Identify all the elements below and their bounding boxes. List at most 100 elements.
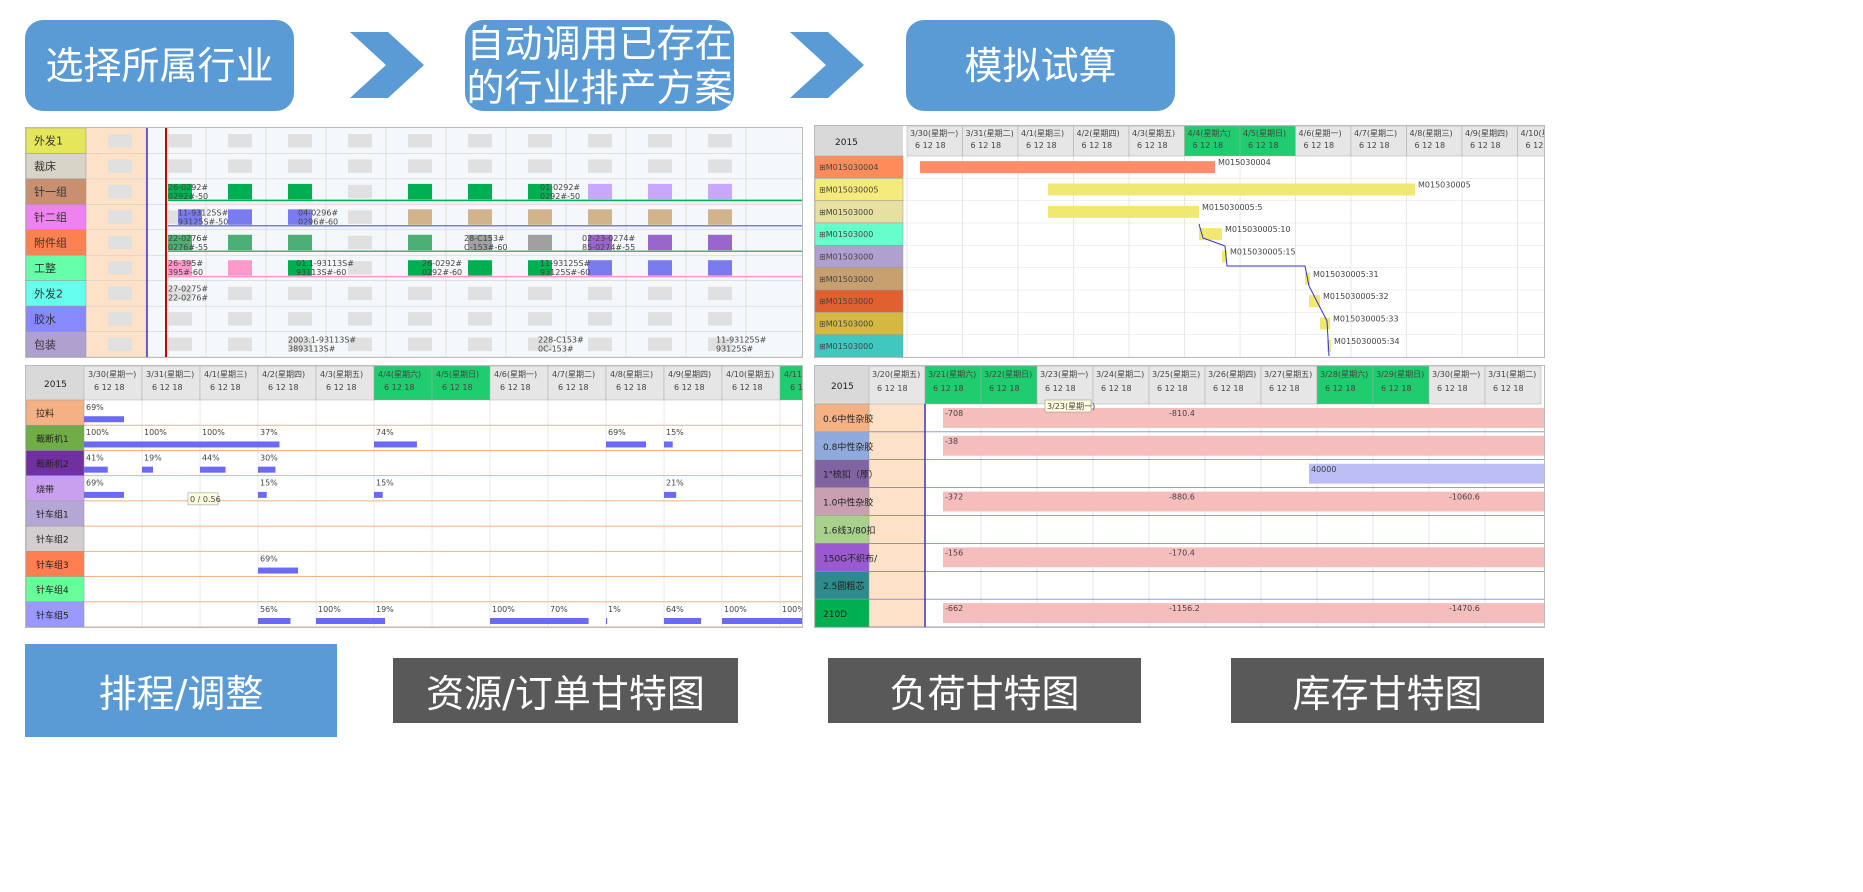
load-bar xyxy=(200,441,258,448)
load-bar xyxy=(374,441,417,448)
inventory-gantt-panel[interactable]: 2015 3/20(星期五) 6 12 18 3/21(星期六) 6 12 18 3/22… xyxy=(814,365,1545,628)
empty-slot xyxy=(408,159,432,173)
hour-ticks: 6 12 18 xyxy=(558,383,589,392)
load-bar xyxy=(722,618,780,624)
date-label: 3/30(星期一) xyxy=(1432,370,1480,379)
empty-slot xyxy=(348,184,372,199)
row-label: 工整 xyxy=(34,261,56,275)
row-label: 外发2 xyxy=(34,286,63,300)
date-label: 4/4(星期六) xyxy=(1188,128,1231,138)
task-block xyxy=(708,234,732,251)
hour-ticks: 6 12 18 xyxy=(1359,141,1390,150)
empty-slot xyxy=(528,286,552,301)
hour-ticks: 6 12 18 xyxy=(1045,384,1076,393)
task-note: 228-C153# xyxy=(538,336,584,345)
empty-slot xyxy=(348,159,372,173)
task-block xyxy=(288,183,312,200)
task-block xyxy=(408,183,432,200)
hour-ticks: 6 12 18 xyxy=(1526,141,1545,150)
load-value: 100% xyxy=(318,605,341,614)
step-auto-load-plan-line1: 自动调用已存在 xyxy=(466,21,733,66)
inventory-value: -880.6 xyxy=(1169,493,1195,502)
load-bar xyxy=(258,618,291,624)
hour-ticks: 6 12 18 xyxy=(326,383,357,392)
step-auto-load-plan[interactable]: 自动调用已存在 的行业排产方案 xyxy=(465,20,734,111)
row-label: 拉料 xyxy=(36,408,54,420)
chart-background xyxy=(26,366,802,627)
empty-slot xyxy=(108,235,132,250)
tab-schedule-adjust[interactable]: 排程/调整 xyxy=(25,644,337,737)
load-value: 37% xyxy=(260,428,278,437)
hour-ticks: 6 12 18 xyxy=(500,383,531,392)
load-bar xyxy=(84,466,108,473)
empty-slot xyxy=(108,286,132,301)
step-select-industry[interactable]: 选择所属行业 xyxy=(25,20,294,111)
resource-gantt-panel[interactable]: 2015 3/30(星期一) 6 12 18 3/31(星期二) 6 12 18 4/1(… xyxy=(25,365,803,628)
task-block xyxy=(588,260,612,276)
task-block xyxy=(468,183,492,200)
task-note: 0296#-60 xyxy=(298,217,338,226)
empty-slot xyxy=(708,286,732,301)
date-label: 3/25(星期三) xyxy=(1152,370,1200,379)
step-simulate[interactable]: 模拟试算 xyxy=(906,20,1175,111)
tab-resource-order-gantt[interactable]: 资源/订单甘特图 xyxy=(393,658,738,723)
empty-slot xyxy=(588,286,612,301)
load-bar xyxy=(664,491,677,498)
date-label: 3/26(星期四) xyxy=(1208,370,1256,379)
load-bar xyxy=(258,441,280,448)
hour-ticks: 6 12 18 xyxy=(1082,141,1113,150)
task-note: 26-0292# xyxy=(168,183,208,192)
task-note: 01.1-93113S# xyxy=(296,259,354,268)
load-value: 15% xyxy=(376,479,394,488)
row-label: ⊞M015030005 xyxy=(819,186,878,195)
empty-slot xyxy=(168,312,192,326)
row-label: 2.5圆粗芯 xyxy=(823,580,864,592)
hour-ticks: 6 12 18 xyxy=(1415,141,1446,150)
hour-ticks: 6 12 18 xyxy=(1437,384,1468,393)
hour-ticks: 6 12 18 xyxy=(152,383,183,392)
order-bar xyxy=(1048,205,1199,218)
hour-ticks: 6 12 18 xyxy=(210,383,241,392)
date-label: 4/6(星期一) xyxy=(494,370,537,379)
empty-slot xyxy=(108,312,132,326)
tab-load-gantt[interactable]: 负荷甘特图 xyxy=(828,658,1141,723)
load-value: 21% xyxy=(666,479,684,488)
tab-schedule-adjust-label: 排程/调整 xyxy=(98,672,264,716)
inventory-value: -156 xyxy=(945,548,963,557)
date-label: 3/31(星期二) xyxy=(146,370,194,379)
order-note: M015030005:32 xyxy=(1323,292,1389,301)
task-note: 26-395# xyxy=(168,259,203,268)
empty-slot xyxy=(288,286,312,301)
order-gantt-panel[interactable]: 2015 3/30(星期一) 6 12 18 3/31(星期二) 6 12 18 4/1(… xyxy=(814,125,1545,358)
date-label: 4/2(星期四) xyxy=(262,370,305,379)
resource-gantt-chart: 2015 3/30(星期一) 6 12 18 3/31(星期二) 6 12 18 4/1(… xyxy=(26,366,802,627)
date-label: 3/24(星期二) xyxy=(1096,370,1144,379)
task-block xyxy=(528,234,552,251)
load-bar xyxy=(374,491,383,498)
year-cell xyxy=(815,126,903,156)
empty-slot xyxy=(348,210,372,224)
hour-ticks: 6 12 18 xyxy=(933,384,964,393)
date-label: 4/1(星期三) xyxy=(204,370,247,379)
empty-slot xyxy=(648,286,672,301)
inventory-value: -1470.6 xyxy=(1449,604,1480,613)
hour-ticks: 6 12 18 xyxy=(1213,384,1244,393)
empty-slot xyxy=(648,337,672,351)
row-label: 1.0中性杂胶 xyxy=(823,497,873,509)
empty-slot xyxy=(108,134,132,148)
date-label: 3/29(星期日) xyxy=(1376,370,1424,379)
hour-ticks: 6 12 18 xyxy=(674,383,705,392)
row-label: 裁断机2 xyxy=(36,458,69,470)
task-note: 0292#-50 xyxy=(540,192,580,201)
date-label: 3/28(星期六) xyxy=(1320,369,1368,379)
row-label: ⊞M01503000 xyxy=(819,320,873,329)
inventory-value: 40000 xyxy=(1311,465,1336,474)
order-bar xyxy=(920,161,1215,174)
tab-inventory-gantt[interactable]: 库存甘特图 xyxy=(1231,658,1544,723)
schedule-gantt-panel[interactable]: 外发1 裁床 针一组 针二组 附件组 工整 外发2 胶水 包装 26-0292# 0292#-50 1… xyxy=(25,127,803,358)
task-note: 04-0296# xyxy=(298,208,338,217)
order-bar xyxy=(1199,228,1222,241)
load-bar xyxy=(258,466,276,473)
inventory-value: -372 xyxy=(945,493,963,502)
task-block xyxy=(708,260,732,276)
